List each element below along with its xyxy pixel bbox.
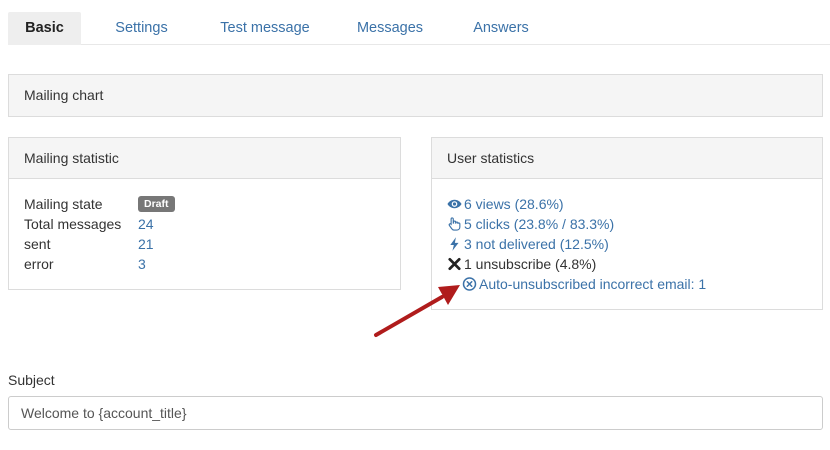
user-statistics-title: User statistics: [432, 138, 822, 179]
status-badge: Draft: [138, 196, 175, 212]
subject-input[interactable]: [8, 396, 823, 430]
subject-label: Subject: [8, 372, 55, 388]
tab-settings[interactable]: Settings: [108, 12, 175, 45]
sent-label: sent: [24, 236, 51, 252]
sent-value[interactable]: 21: [138, 234, 154, 254]
auto-unsubscribed-link[interactable]: Auto-unsubscribed incorrect email: 1: [462, 274, 802, 294]
mailing-statistic-panel: Mailing statistic Mailing state Draft To…: [8, 137, 401, 290]
total-messages-row: Total messages 24: [24, 214, 384, 234]
mailing-chart-panel: Mailing chart: [8, 74, 823, 117]
tab-answers[interactable]: Answers: [471, 12, 531, 45]
tab-bar: Basic Settings Test message Messages Ans…: [8, 12, 830, 45]
sent-row: sent 21: [24, 234, 384, 254]
bolt-icon: [450, 237, 459, 251]
views-text: 6 views (28.6%): [464, 196, 564, 212]
annotation-arrow-icon: [374, 285, 460, 337]
total-messages-label: Total messages: [24, 216, 122, 232]
eye-icon: [447, 199, 462, 209]
x-mark-icon: [448, 257, 461, 271]
unsubscribe-row: 1 unsubscribe (4.8%): [447, 254, 807, 274]
total-messages-value[interactable]: 24: [138, 214, 154, 234]
tab-messages[interactable]: Messages: [354, 12, 426, 45]
hand-pointer-icon: [448, 217, 461, 231]
user-statistics-panel: User statistics 6 views (28.6%) 5 clicks…: [431, 137, 823, 310]
unsubscribe-text: 1 unsubscribe (4.8%): [464, 256, 597, 272]
mailing-statistic-title: Mailing statistic: [9, 138, 400, 179]
auto-unsubscribed-text: Auto-unsubscribed incorrect email: 1: [479, 276, 707, 292]
mailing-chart-title: Mailing chart: [9, 75, 822, 116]
mailing-state-label: Mailing state: [24, 196, 103, 212]
views-link[interactable]: 6 views (28.6%): [447, 194, 807, 214]
tab-test-message[interactable]: Test message: [216, 12, 314, 45]
error-value[interactable]: 3: [138, 254, 146, 274]
not-delivered-text: 3 not delivered (12.5%): [464, 236, 609, 252]
tab-basic[interactable]: Basic: [8, 12, 81, 45]
error-row: error 3: [24, 254, 384, 274]
not-delivered-link[interactable]: 3 not delivered (12.5%): [447, 234, 807, 254]
clicks-text: 5 clicks (23.8% / 83.3%): [464, 216, 615, 232]
mailing-state-row: Mailing state Draft: [24, 194, 384, 214]
error-label: error: [24, 256, 54, 272]
clicks-link[interactable]: 5 clicks (23.8% / 83.3%): [447, 214, 807, 234]
